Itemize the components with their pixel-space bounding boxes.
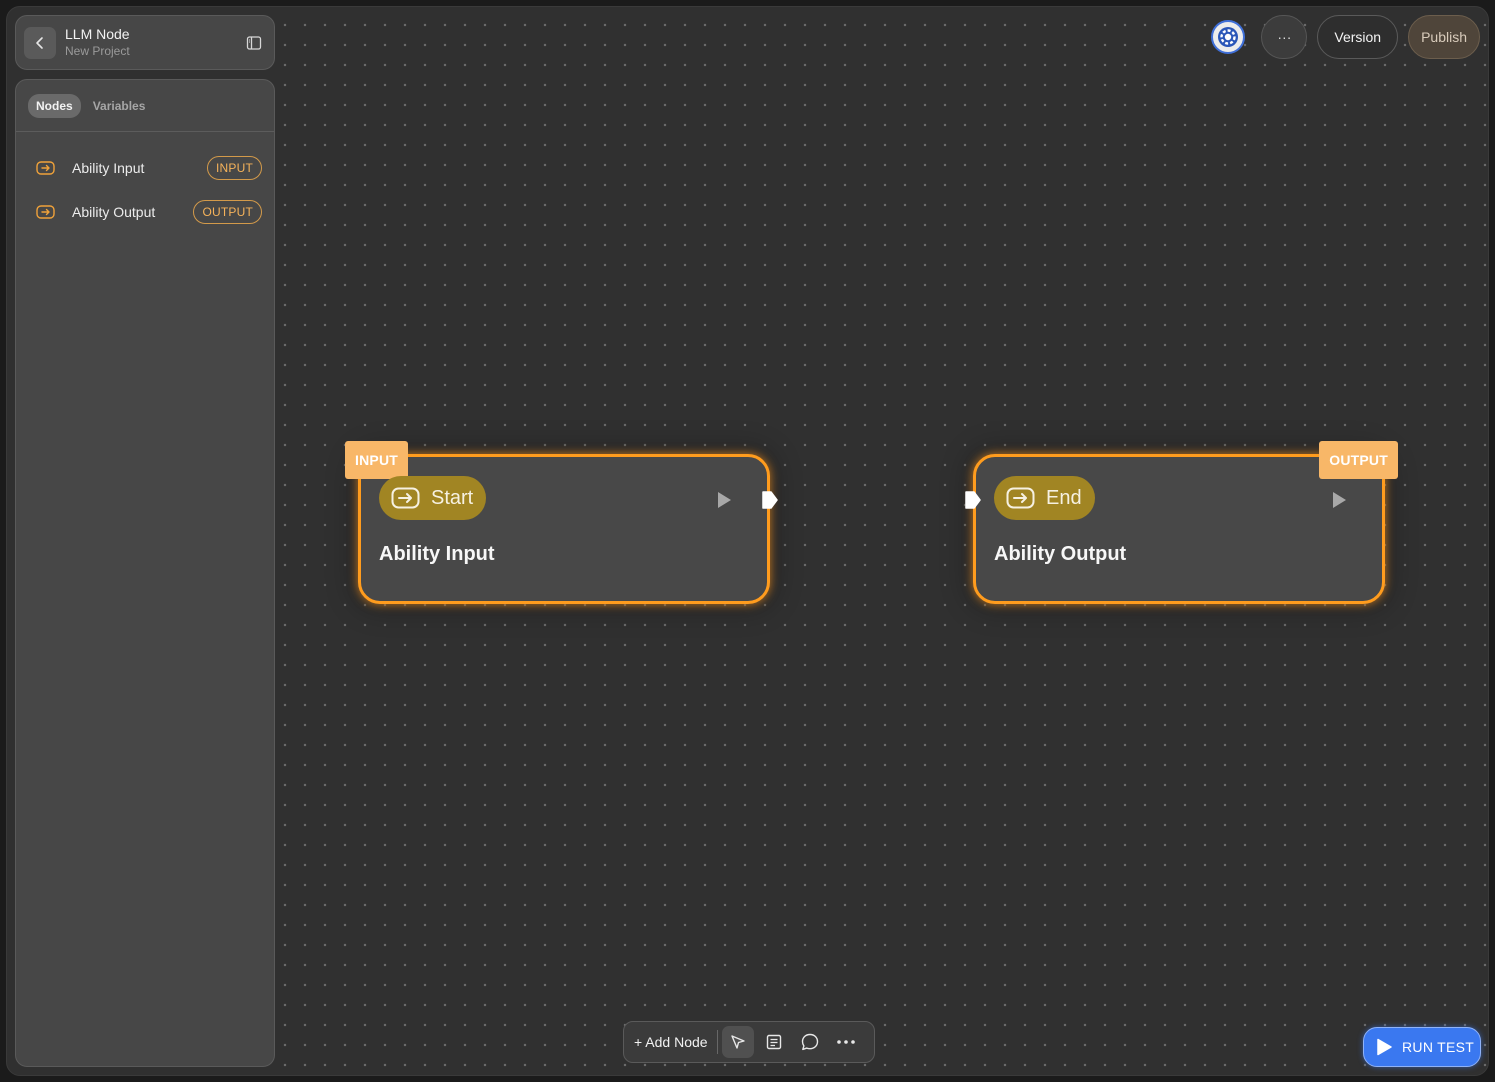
play-icon (1377, 1038, 1392, 1056)
flow-node-ability-input[interactable]: INPUT Start Ability Input (345, 441, 778, 604)
project-title-block: LLM Node New Project (65, 26, 244, 59)
back-button[interactable] (24, 26, 56, 59)
node-chip-end: End (994, 476, 1095, 520)
comment-tool-button[interactable] (794, 1026, 826, 1058)
more-horizontal-icon (836, 1040, 855, 1044)
output-handle[interactable] (761, 490, 779, 510)
comment-icon (801, 1033, 818, 1051)
output-type-badge: OUTPUT (193, 200, 262, 224)
project-title: LLM Node (65, 26, 130, 42)
play-icon[interactable] (1331, 491, 1347, 509)
more-tools-button[interactable] (830, 1026, 862, 1058)
tab-nodes[interactable]: Nodes (28, 93, 81, 118)
flow-node-ability-output[interactable]: OUTPUT End Ability Output (965, 441, 1398, 604)
node-chip-label: Start (431, 486, 474, 509)
sidebar-item-label: Ability Input (72, 160, 145, 176)
add-node-button[interactable]: + Add Node (634, 1034, 717, 1050)
pointer-tool-button[interactable] (721, 1026, 754, 1058)
node-title: Ability Output (994, 543, 1127, 565)
chevron-left-icon (36, 36, 43, 49)
user-avatar[interactable] (1211, 20, 1246, 54)
sidebar-item-ability-input[interactable]: Ability Input INPUT (16, 146, 274, 190)
pointer-icon (730, 1035, 745, 1049)
app-window: LLM Node New Project Nodes Variables Abi… (6, 6, 1489, 1076)
input-type-badge: INPUT (207, 156, 262, 180)
node-list: Ability Input INPUT Ability Output OUTPU… (16, 132, 274, 234)
sidebar-toggle-icon (246, 35, 262, 50)
top-right-controls: ··· Version Publish (1211, 15, 1480, 59)
canvas-toolbar: + Add Node (623, 1021, 875, 1063)
settings-gear-avatar-icon (1218, 27, 1239, 47)
project-header: LLM Node New Project (15, 15, 275, 70)
input-handle[interactable] (964, 490, 982, 510)
play-icon[interactable] (716, 491, 732, 509)
arrow-box-icon (391, 487, 420, 509)
arrow-box-icon (36, 161, 56, 175)
node-type-tag: INPUT (345, 441, 408, 479)
node-chip-label: End (1046, 486, 1082, 509)
node-chip-start: Start (379, 476, 487, 520)
node-type-tag: OUTPUT (1319, 441, 1398, 479)
node-title: Ability Input (379, 543, 495, 565)
arrow-box-icon (1006, 487, 1035, 509)
project-subtitle: New Project (65, 44, 130, 58)
tab-variables[interactable]: Variables (85, 94, 154, 118)
sidebar-item-label: Ability Output (72, 204, 156, 220)
more-options-button[interactable]: ··· (1261, 15, 1308, 59)
note-icon (766, 1034, 781, 1050)
panel-toggle-button[interactable] (244, 33, 264, 53)
run-test-button[interactable]: RUN TEST (1363, 1027, 1481, 1067)
toolbar-divider (716, 1030, 718, 1054)
panel-tabs: Nodes Variables (16, 80, 274, 132)
arrow-box-icon (36, 205, 56, 219)
version-button[interactable]: Version (1317, 15, 1399, 59)
publish-button[interactable]: Publish (1408, 15, 1480, 59)
sidebar-item-ability-output[interactable]: Ability Output OUTPUT (16, 190, 274, 234)
note-tool-button[interactable] (758, 1026, 790, 1058)
node-library-panel: Nodes Variables Ability Input INPUT Abil… (15, 79, 275, 1067)
run-test-label: RUN TEST (1402, 1039, 1475, 1055)
